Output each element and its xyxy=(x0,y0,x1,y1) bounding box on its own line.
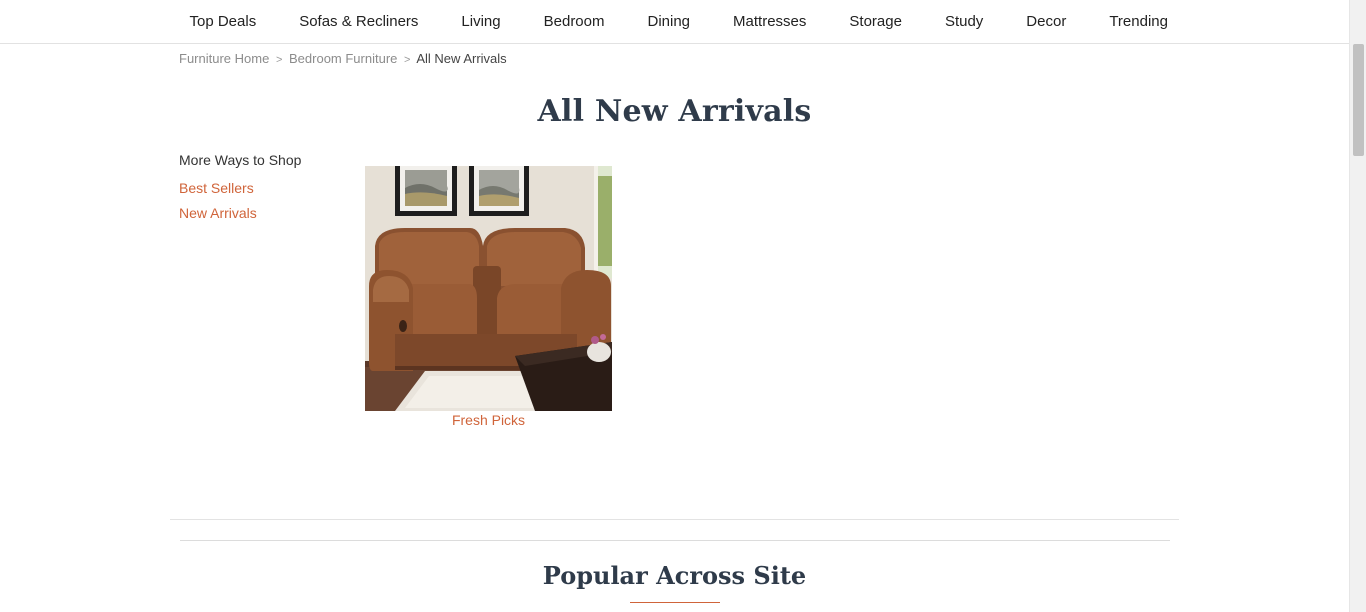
breadcrumb-separator: > xyxy=(275,54,283,66)
nav-dining[interactable]: Dining xyxy=(626,0,712,43)
sidebar-title: More Ways to Shop xyxy=(179,152,302,168)
breadcrumb-separator: > xyxy=(404,54,411,66)
page-title: All New Arrivals xyxy=(537,94,812,129)
popular-across-site-heading: Popular Across Site xyxy=(542,561,807,590)
breadcrumb-bedroom-furniture[interactable]: Bedroom Furniture xyxy=(289,51,397,66)
vertical-scrollbar[interactable] xyxy=(1349,0,1366,612)
product-image-leather-loveseat[interactable] xyxy=(365,166,612,411)
nav-mattresses[interactable]: Mattresses xyxy=(712,0,828,43)
nav-top-deals[interactable]: Top Deals xyxy=(168,0,278,43)
breadcrumb-furniture-home[interactable]: Furniture Home xyxy=(179,51,269,66)
product-caption-fresh-picks[interactable]: Fresh Picks xyxy=(365,412,612,428)
breadcrumb-current: All New Arrivals xyxy=(416,51,507,66)
nav-bedroom[interactable]: Bedroom xyxy=(522,0,626,43)
scrollbar-thumb[interactable] xyxy=(1353,44,1364,156)
sidebar-link-best-sellers[interactable]: Best Sellers xyxy=(179,180,301,196)
more-ways-to-shop: More Ways to Shop Best Sellers New Arriv… xyxy=(179,152,301,230)
product-card: Fresh Picks xyxy=(365,166,612,428)
nav-decor[interactable]: Decor xyxy=(1005,0,1088,43)
section-divider xyxy=(170,519,1179,520)
nav-items: Top Deals Sofas & Recliners Living Bedro… xyxy=(168,0,1189,43)
breadcrumb: Furniture Home > Bedroom Furniture > All… xyxy=(179,51,507,66)
nav-sofas-recliners[interactable]: Sofas & Recliners xyxy=(278,0,440,43)
top-navigation: Top Deals Sofas & Recliners Living Bedro… xyxy=(0,0,1350,44)
nav-study[interactable]: Study xyxy=(923,0,1004,43)
sidebar-link-new-arrivals[interactable]: New Arrivals xyxy=(179,205,301,221)
nav-storage[interactable]: Storage xyxy=(828,0,924,43)
heading-underline xyxy=(630,602,720,603)
nav-trending[interactable]: Trending xyxy=(1088,0,1190,43)
section-divider xyxy=(180,540,1170,541)
nav-living[interactable]: Living xyxy=(440,0,522,43)
